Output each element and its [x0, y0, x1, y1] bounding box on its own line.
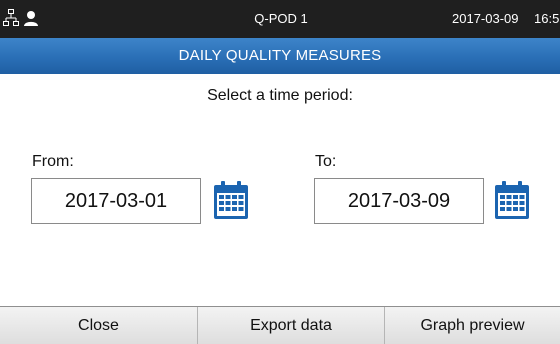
- calendar-icon: [494, 181, 530, 224]
- status-bar: Q-POD 1 2017-03-09 16:5: [0, 0, 560, 38]
- close-button[interactable]: Close: [0, 307, 197, 344]
- bottom-action-bar: Close Export data Graph preview: [0, 306, 560, 344]
- status-time: 16:5: [534, 11, 560, 26]
- time-period-prompt: Select a time period:: [207, 87, 353, 104]
- calendar-icon: [213, 181, 249, 224]
- graph-preview-button[interactable]: Graph preview: [385, 307, 560, 344]
- page-title: DAILY QUALITY MEASURES: [0, 38, 560, 74]
- status-date: 2017-03-09: [452, 11, 519, 26]
- from-label: From:: [32, 153, 74, 170]
- from-calendar-button[interactable]: [213, 180, 249, 220]
- from-date-field[interactable]: 2017-03-01: [31, 178, 201, 224]
- to-date-field[interactable]: 2017-03-09: [314, 178, 484, 224]
- export-data-button[interactable]: Export data: [198, 307, 384, 344]
- to-label: To:: [315, 153, 337, 170]
- to-calendar-button[interactable]: [494, 180, 530, 220]
